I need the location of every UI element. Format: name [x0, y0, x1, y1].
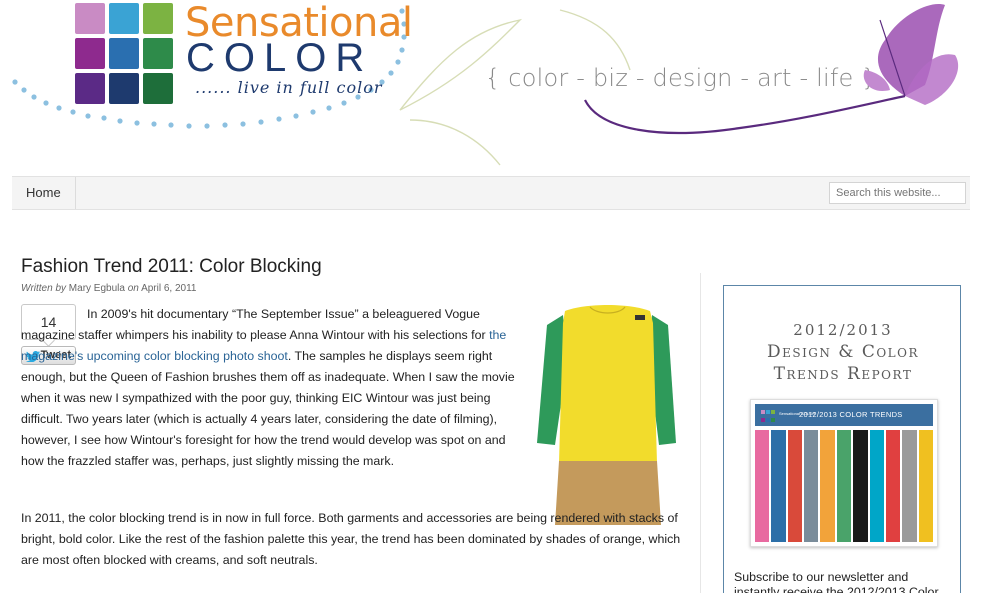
widget-title-trends-report: Trends Report — [773, 364, 913, 384]
site-header: Sensational COLOR ...... live in full co… — [0, 0, 985, 170]
report-cover-header: Sensational COLOR 2012/2013 COLOR TRENDS — [755, 404, 933, 426]
report-cover-title: 2012/2013 COLOR TRENDS — [799, 410, 903, 419]
color-block-dress-image — [537, 305, 676, 525]
report-logo-mark — [761, 410, 777, 424]
main-nav: Home — [12, 176, 970, 210]
search-input[interactable] — [829, 182, 966, 204]
nav-home-link[interactable]: Home — [12, 177, 76, 209]
butterfly-icon — [863, 4, 959, 105]
post-title[interactable]: Fashion Trend 2011: Color Blocking — [21, 256, 322, 278]
content-sidebar-divider — [700, 273, 701, 593]
widget-title-year: 2012/2013 — [793, 321, 893, 339]
byline-date: April 6, 2011 — [141, 283, 197, 294]
post-paragraph-2: In 2011, the color blocking trend is in … — [21, 511, 681, 567]
byline-on: on — [127, 283, 139, 294]
logo-tagline: ...... live in full color — [195, 78, 383, 97]
trends-report-widget: 2012/2013 Design & Color Trends Report S… — [723, 285, 961, 593]
widget-title-design-color: Design & Color — [766, 342, 920, 362]
p1-text-before-link: In 2009's hit documentary “The September… — [21, 307, 490, 342]
report-color-stripes — [755, 430, 933, 542]
logo-title-color[interactable]: COLOR — [186, 36, 373, 81]
post-paragraph-1: In 2009's hit documentary “The September… — [21, 304, 521, 472]
p1-text-after-link: . The samples he displays seem right eno… — [21, 349, 515, 468]
byline-author[interactable]: Mary Egbula — [69, 283, 125, 294]
newsletter-subscribe-text: Subscribe to our newsletter and instantl… — [734, 570, 939, 593]
logo-mark[interactable] — [75, 3, 175, 104]
trends-report-cover-image[interactable]: Sensational COLOR 2012/2013 COLOR TRENDS — [750, 399, 938, 547]
post-byline: Written by Mary Egbula on April 6, 2011 — [21, 283, 196, 294]
byline-written-by: Written by — [21, 283, 67, 294]
